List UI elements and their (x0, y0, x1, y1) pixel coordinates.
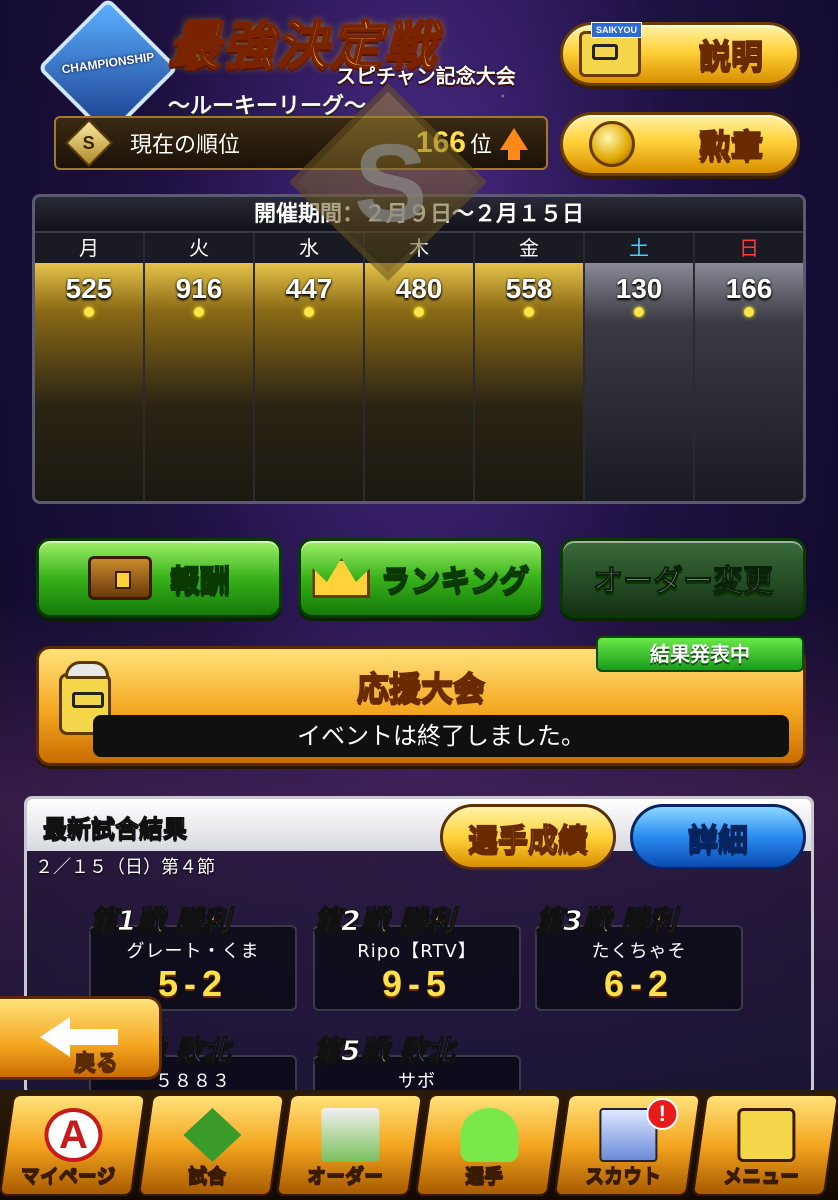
player-icon (460, 1108, 519, 1162)
day-column: 土 130 (585, 233, 695, 501)
day-marker-icon (84, 307, 94, 317)
match-score: 6-2 (603, 963, 675, 1004)
guide-book-icon: SAIKYOU (579, 22, 642, 77)
player-stats-button[interactable]: 選手成績 (440, 804, 616, 870)
alert-badge: ! (645, 1098, 678, 1130)
day-score: 525 (65, 273, 113, 304)
bottom-nav: A マイページ 試合 オーダー 選手 スカウト! メニュー (0, 1090, 838, 1200)
rank-class-badge: S (64, 118, 114, 168)
medal-label: 勲章 (698, 126, 764, 166)
back-label: 戻る (73, 1051, 119, 1077)
match-result: 敗北 (398, 1034, 455, 1068)
day-body: 166 (695, 263, 803, 501)
day-body: 525 (35, 263, 143, 501)
day-column: 日 166 (695, 233, 803, 501)
day-column: 金 558 (475, 233, 585, 501)
help-label: 説明 (698, 36, 764, 76)
match-result: 勝利 (398, 904, 455, 938)
day-body: 916 (145, 263, 253, 501)
day-marker-icon (634, 307, 644, 317)
day-body: 130 (585, 263, 693, 501)
nav-item[interactable]: スカウト! (553, 1094, 701, 1196)
day-marker-icon (744, 307, 754, 317)
day-column: 水 447 (255, 233, 365, 501)
nav-item[interactable]: メニュー (692, 1094, 838, 1196)
day-column: 火 916 (145, 233, 255, 501)
help-button[interactable]: SAIKYOU 説明 (560, 22, 800, 86)
arrow-up-icon (500, 128, 528, 160)
day-score: 558 (505, 273, 553, 304)
nav-item[interactable]: オーダー (276, 1094, 424, 1196)
day-column: 月 525 (35, 233, 145, 501)
crown-icon (312, 558, 371, 598)
emblem-letter: S (354, 122, 428, 245)
medal-icon (589, 121, 635, 167)
match-number: 第2戦 (312, 904, 389, 938)
a-logo-icon: A (44, 1108, 103, 1162)
day-name: 火 (145, 233, 253, 263)
day-score: 166 (725, 273, 773, 304)
day-name: 土 (585, 233, 693, 263)
day-marker-icon (414, 307, 424, 317)
day-score: 916 (175, 273, 223, 304)
day-body: 447 (255, 263, 363, 501)
support-message: イベントは終了しました。 (93, 715, 789, 757)
current-rank-bar: S 現在の順位 166 位 (54, 116, 548, 170)
order-change-label: オーダー変更 (593, 564, 774, 600)
back-arrow-icon (40, 1017, 118, 1057)
stadium-icon (183, 1108, 241, 1162)
treasure-chest-icon (88, 556, 152, 600)
day-marker-icon (304, 307, 314, 317)
match-score: 9-5 (381, 963, 453, 1004)
day-body: 480 (365, 263, 473, 501)
day-name: 金 (475, 233, 583, 263)
detail-button[interactable]: 詳細 (630, 804, 806, 870)
day-marker-icon (524, 307, 534, 317)
day-body: 558 (475, 263, 583, 501)
day-name: 月 (35, 233, 143, 263)
match-header: 第1戦 勝利 (88, 899, 231, 939)
ranking-label: ランキング (380, 563, 531, 600)
nav-item[interactable]: 選手 (414, 1094, 562, 1196)
nav-label: スカウト (584, 1165, 661, 1188)
rank-unit: 位 (469, 133, 492, 158)
nav-item[interactable]: A マイページ (0, 1094, 146, 1196)
back-button[interactable]: 戻る (0, 996, 162, 1080)
day-marker-icon (194, 307, 204, 317)
nav-label: 試合 (187, 1165, 226, 1188)
rank-label: 現在の順位 (130, 133, 241, 158)
reward-button[interactable]: 報酬 (36, 538, 282, 618)
nav-label: マイページ (20, 1165, 116, 1188)
day-score: 130 (615, 273, 663, 304)
match-number: 第3戦 (534, 904, 611, 938)
match-number: 第1戦 (88, 904, 165, 938)
match-result: 敗北 (174, 1034, 231, 1068)
menu-mascot-icon (738, 1108, 797, 1162)
match-number: 第5戦 (312, 1034, 389, 1068)
order-change-button[interactable]: オーダー変更 (560, 538, 806, 618)
book-tag: SAIKYOU (590, 22, 642, 38)
result-status-badge: 結果発表中 (596, 636, 804, 672)
results-title: 最新試合結果 (43, 815, 188, 844)
match-result: 勝利 (620, 904, 677, 938)
reward-label: 報酬 (169, 563, 231, 600)
event-subtitle: スピチャン記念大会 (336, 64, 516, 88)
match-result: 勝利 (174, 904, 231, 938)
match-header: 第5戦 敗北 (312, 1029, 455, 1069)
nav-label: 選手 (465, 1165, 504, 1188)
results-date: ２／１５（日）第４節 (35, 857, 215, 878)
ranking-button[interactable]: ランキング (298, 538, 544, 618)
nav-label: オーダー (307, 1165, 384, 1188)
day-name: 日 (695, 233, 803, 263)
medal-button[interactable]: 勲章 (560, 112, 800, 176)
match-header: 第2戦 勝利 (312, 899, 455, 939)
match-header: 第3戦 勝利 (534, 899, 677, 939)
nav-item[interactable]: 試合 (137, 1094, 285, 1196)
day-columns: 月525火916水447木480金558土130日166 (35, 233, 803, 501)
day-score: 447 (285, 273, 333, 304)
field-order-icon (322, 1108, 381, 1162)
nav-label: メニュー (723, 1165, 800, 1188)
